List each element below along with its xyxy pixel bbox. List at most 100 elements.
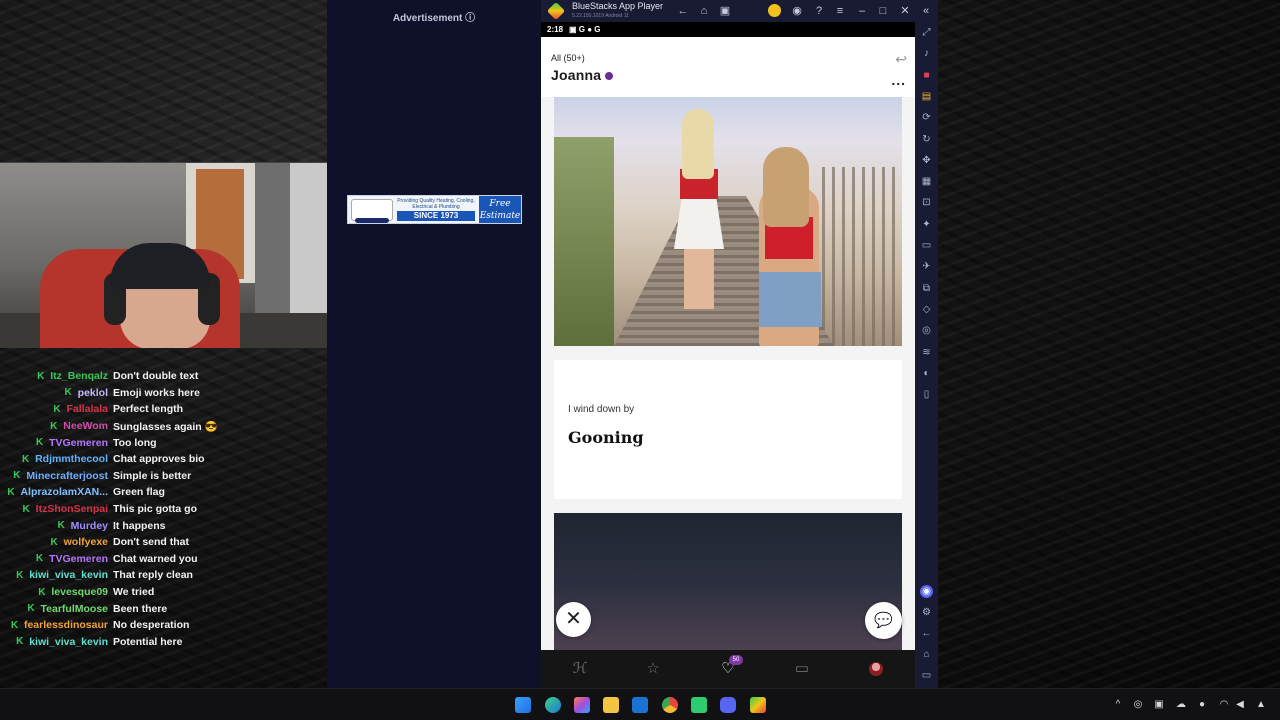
kick-badge-icon: K <box>50 420 58 432</box>
chat-username: Murdey <box>70 519 108 532</box>
layers-icon[interactable]: ≋ <box>920 346 933 359</box>
record-icon[interactable]: ■ <box>920 69 933 82</box>
kick-badge-icon: K <box>50 536 58 548</box>
van-icon <box>351 198 393 223</box>
chat-username: peklol <box>77 386 108 399</box>
tray-network-icon[interactable]: ▣ <box>1153 698 1165 712</box>
tray-cloud-icon[interactable]: ☁ <box>1175 698 1187 712</box>
kick-badge-icon: K <box>16 636 24 648</box>
account-icon[interactable]: ◉ <box>790 4 804 18</box>
screenshot-icon[interactable]: ▦ <box>920 175 933 188</box>
chat-username: fearlessdinosaur <box>23 619 108 632</box>
bluestacks-icon[interactable] <box>750 697 766 713</box>
chat-text: It happens <box>113 519 166 532</box>
airplane-icon[interactable]: ✈ <box>920 260 933 273</box>
maximize-icon[interactable]: □ <box>876 4 890 18</box>
more-icon[interactable]: ... <box>891 72 906 88</box>
chat-message: K Murdey It happens <box>0 517 325 534</box>
outlook-icon[interactable] <box>632 697 648 713</box>
start-icon[interactable] <box>515 697 531 713</box>
profile-name-text: Joanna <box>551 67 602 83</box>
chat-message: Kfearlessdinosaur No desperation <box>0 617 325 634</box>
matches-icon[interactable]: ▭ <box>791 659 813 679</box>
discord-icon[interactable]: ◉ <box>920 585 933 598</box>
capture-icon[interactable]: ⊡ <box>920 196 933 209</box>
minimize-icon[interactable]: – <box>855 4 869 18</box>
eraser-icon[interactable]: ◇ <box>920 303 933 316</box>
macro-icon[interactable]: ✦ <box>920 218 933 231</box>
multi-instance-icon[interactable]: ▣ <box>718 4 732 18</box>
webcam-feed <box>0 162 331 348</box>
prompt-card[interactable]: I wind down by Gooning <box>554 360 902 499</box>
kick-badge-icon: K <box>13 470 21 482</box>
kick-badge-icon: K <box>37 370 45 382</box>
discord-icon[interactable] <box>720 697 736 713</box>
bottom-nav: ℋ ☆ ♡ 50 ▭ <box>541 650 915 688</box>
profile-icon[interactable] <box>865 659 887 679</box>
tray-chevron-icon[interactable]: ^ <box>1112 698 1124 712</box>
folder-icon[interactable]: ▭ <box>920 239 933 252</box>
dismiss-button[interactable]: ✕ <box>556 602 591 637</box>
ad-panel: Advertisement ⓘ Providing Quality Heatin… <box>327 0 541 688</box>
close-icon[interactable]: ✕ <box>898 4 912 18</box>
bluestacks-logo-icon <box>546 1 566 21</box>
fullscreen-icon[interactable]: ⤢ <box>920 26 933 39</box>
recents-icon[interactable]: ▭ <box>920 669 933 682</box>
rotate-icon[interactable]: ⟳ <box>920 111 933 124</box>
home-icon[interactable]: ⌂ <box>920 648 933 661</box>
menu-icon[interactable]: ≡ <box>833 4 847 18</box>
home-icon[interactable]: ⌂ <box>697 4 711 18</box>
discover-icon[interactable]: ℋ <box>569 659 591 679</box>
verified-icon <box>605 72 614 81</box>
help-icon[interactable]: ? <box>812 4 826 18</box>
chrome-icon[interactable] <box>662 697 678 713</box>
tray-mic-icon[interactable]: ● <box>1196 698 1208 712</box>
gamepad-icon[interactable]: ✥ <box>920 154 933 167</box>
comment-button[interactable]: 💬 <box>865 602 902 639</box>
whatsapp-icon[interactable] <box>691 697 707 713</box>
file-explorer-icon[interactable] <box>603 697 619 713</box>
eco-icon[interactable]: ◐ <box>920 367 933 380</box>
chat-text: Perfect length <box>113 403 184 416</box>
chat-message: K AlprazolamXAN... Green flag <box>0 484 325 501</box>
chat-message: K Fallalala Perfect length <box>0 401 325 418</box>
copilot-icon[interactable] <box>574 697 590 713</box>
multi-instance-icon[interactable]: ⧉ <box>920 282 933 295</box>
kick-badge-icon: K <box>21 453 30 465</box>
undo-icon[interactable]: ↩ <box>895 51 907 68</box>
settings-icon[interactable]: ⚙ <box>920 606 933 619</box>
ad-label[interactable]: Advertisement ⓘ <box>327 9 541 24</box>
filter-label[interactable]: All (50+) <box>551 53 585 63</box>
back-icon[interactable]: ← <box>920 627 933 640</box>
ad-banner[interactable]: Providing Quality Heating, Cooling, Elec… <box>347 195 522 224</box>
chat-text: Too long <box>113 436 157 449</box>
media-icon[interactable]: ▤ <box>920 90 933 103</box>
tray-wifi-icon[interactable]: ◠ <box>1218 698 1230 712</box>
refresh-icon[interactable]: ↻ <box>920 133 933 146</box>
chat-text: We tried <box>113 586 155 599</box>
location-icon[interactable]: ◎ <box>920 324 933 337</box>
kick-badge-icon: K <box>64 387 72 399</box>
volume-icon[interactable]: ♪ <box>920 47 933 60</box>
likes-count-badge: 50 <box>729 655 743 665</box>
chat-text: Don't send that <box>113 536 189 549</box>
chat-username: levesque09 <box>51 586 108 599</box>
standouts-icon[interactable]: ☆ <box>642 659 664 679</box>
chat-username: NeeWom <box>63 420 108 433</box>
chat-text: Don't double text <box>113 370 199 383</box>
chat-text: Chat warned you <box>113 552 198 565</box>
tray-volume-icon[interactable]: ◀ <box>1234 698 1246 712</box>
collapse-icon[interactable]: « <box>919 4 933 18</box>
likes-icon[interactable]: ♡ 50 <box>717 655 743 679</box>
tray-app-icon[interactable]: ◎ <box>1132 698 1144 712</box>
edge-icon[interactable] <box>545 697 561 713</box>
back-icon[interactable]: ← <box>676 4 690 18</box>
android-screen: 2:18 ▣ G ● G All (50+) Joanna ↩ ... I wi… <box>541 22 915 688</box>
book-icon[interactable]: ▯ <box>920 388 933 401</box>
tray-notification-icon[interactable]: ▲ <box>1255 698 1267 712</box>
profile-photo[interactable] <box>554 97 902 346</box>
chat-message: Kkiwi_viva_kevin That reply clean <box>0 567 325 584</box>
status-icons: ▣ G ● G <box>569 25 601 34</box>
chat-message: Klevesque09 We tried <box>0 584 325 601</box>
coin-icon[interactable] <box>768 4 781 17</box>
